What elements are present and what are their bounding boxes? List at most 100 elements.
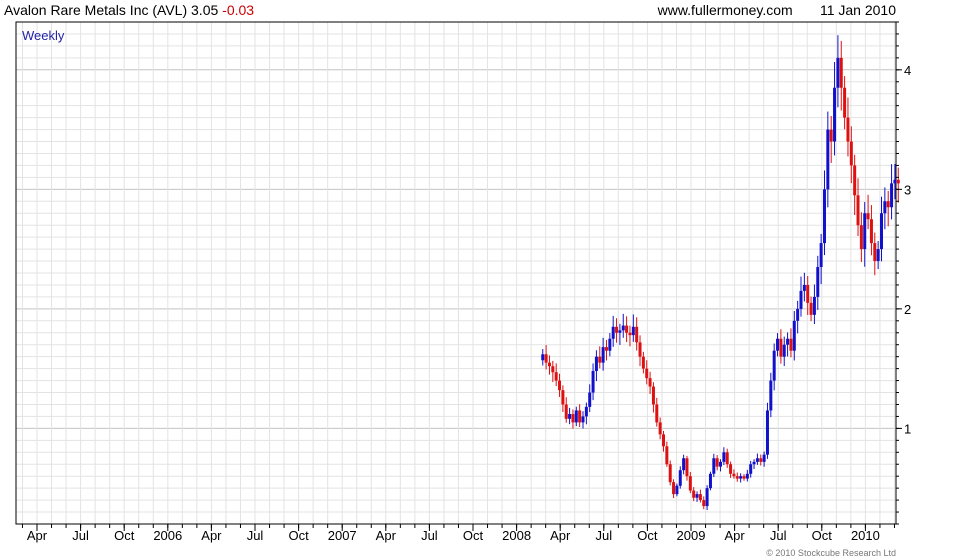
candle-body xyxy=(786,338,790,345)
x-tick-label: Jul xyxy=(247,528,264,543)
candle xyxy=(574,406,578,427)
candle xyxy=(568,407,572,425)
candle-body xyxy=(638,342,642,357)
candle xyxy=(853,154,857,216)
x-tick-label: 2009 xyxy=(677,528,706,543)
candle xyxy=(648,371,652,395)
candle xyxy=(705,485,709,511)
candle xyxy=(876,241,880,270)
candle-body xyxy=(890,183,894,208)
candle xyxy=(879,196,883,262)
x-tick-label: Oct xyxy=(463,528,484,543)
candle xyxy=(812,284,816,325)
candle-body xyxy=(745,473,749,479)
candle-body xyxy=(544,354,548,363)
x-tick-label: Oct xyxy=(288,528,309,543)
candle-body xyxy=(584,406,588,417)
candle xyxy=(581,411,585,429)
candle-body xyxy=(611,326,615,339)
candle xyxy=(635,317,639,351)
candle xyxy=(571,409,575,429)
candle xyxy=(826,111,830,208)
candle-body xyxy=(551,366,555,373)
candle xyxy=(869,205,873,256)
candle xyxy=(608,333,612,357)
candle xyxy=(873,232,877,276)
candle xyxy=(544,345,548,370)
candle-body xyxy=(682,458,686,471)
candle-body xyxy=(839,57,843,88)
candle-body xyxy=(782,344,786,357)
candle-body xyxy=(776,338,780,351)
candle-body xyxy=(799,290,803,309)
x-tick-label: Apr xyxy=(27,528,48,543)
candle-body xyxy=(635,326,639,343)
candle-body xyxy=(722,452,726,462)
chart-grid xyxy=(16,21,896,525)
candle-body xyxy=(692,490,696,498)
candle xyxy=(578,404,582,428)
candle-body xyxy=(645,368,649,379)
candle-body xyxy=(812,296,816,315)
candle-body xyxy=(558,380,562,391)
y-axis: 1 2 3 4 xyxy=(896,21,911,525)
candle xyxy=(615,318,619,343)
candle-body xyxy=(826,129,830,190)
candle xyxy=(604,339,608,361)
x-tick-label: 2010 xyxy=(851,528,880,543)
candle xyxy=(561,385,565,413)
candle-body xyxy=(578,410,582,423)
candle xyxy=(668,460,672,486)
candle xyxy=(541,349,545,366)
candle-body xyxy=(739,476,743,479)
candle-body xyxy=(685,458,689,477)
candle-body xyxy=(705,488,709,507)
candle-body xyxy=(604,347,608,351)
candle-body xyxy=(759,458,763,462)
candle xyxy=(665,441,669,467)
candle-body xyxy=(802,284,806,291)
candle-body xyxy=(695,494,699,498)
candle-body xyxy=(752,461,756,465)
candle-body xyxy=(873,243,877,262)
candle-body xyxy=(849,141,853,166)
candle-body xyxy=(846,117,850,142)
candle xyxy=(799,276,803,317)
candle-body xyxy=(729,464,733,474)
candle xyxy=(702,496,706,510)
candle xyxy=(584,402,588,425)
candle xyxy=(719,459,723,472)
candle-body xyxy=(541,354,545,361)
copyright-notice: © 2010 Stockcube Research Ltd xyxy=(766,548,896,558)
candle-body xyxy=(675,485,679,495)
candle-body xyxy=(698,494,702,501)
candle-body xyxy=(829,129,833,142)
x-tick-label: Jul xyxy=(421,528,438,543)
candle-body xyxy=(856,195,860,226)
candle-body xyxy=(886,201,890,208)
candle-body xyxy=(648,378,652,387)
y-tick-label: 1 xyxy=(904,421,911,436)
candle-body xyxy=(598,356,602,363)
candle xyxy=(661,430,665,452)
candle-body xyxy=(863,213,867,250)
candle xyxy=(722,447,726,466)
candle-body xyxy=(755,458,759,462)
candle-body xyxy=(772,350,776,381)
candle-body xyxy=(809,302,813,315)
candle xyxy=(678,466,682,489)
candle xyxy=(625,316,629,343)
candle xyxy=(742,474,746,481)
candle xyxy=(769,372,773,418)
x-tick-label: Apr xyxy=(376,528,397,543)
candle-body xyxy=(702,500,706,507)
candle-body xyxy=(712,458,716,474)
candle-body xyxy=(655,404,659,423)
y-tick-label: 4 xyxy=(904,63,911,78)
candle xyxy=(843,76,847,130)
x-tick-label: Apr xyxy=(201,528,222,543)
candle-body xyxy=(591,371,595,393)
x-tick-label: Jul xyxy=(72,528,89,543)
candle xyxy=(839,40,843,111)
candle-body xyxy=(732,473,736,477)
